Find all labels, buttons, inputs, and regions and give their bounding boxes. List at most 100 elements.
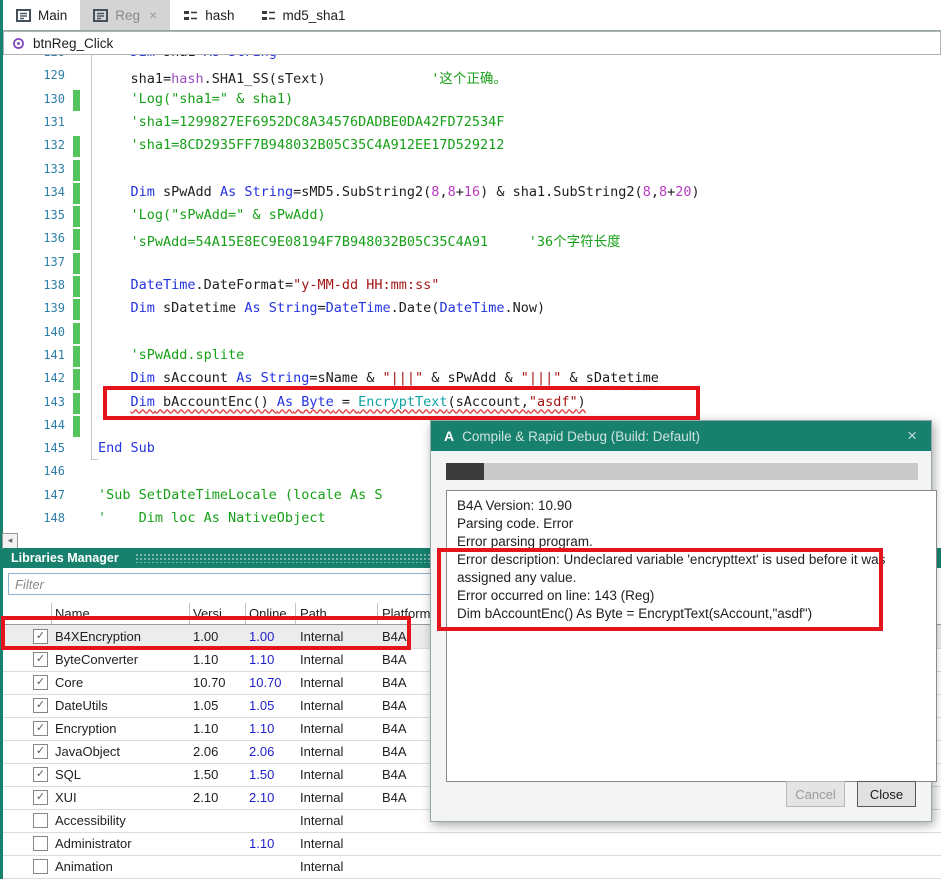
code-text: 'sha1=1299827EF6952DC8A34576DADBE0DA42FD…	[130, 113, 505, 130]
code-line-131[interactable]: 131 'sha1=1299827EF6952DC8A34576DADBE0DA…	[3, 112, 941, 135]
code-text: Dim sAccount As String=sName & "|||" & s…	[130, 370, 659, 389]
library-checkbox[interactable]: ✓	[33, 629, 48, 644]
library-checkbox[interactable]: ✓	[33, 652, 48, 667]
log-line: B4A Version: 10.90	[457, 498, 572, 513]
document-tab-bar: Main Reg × hash md5_sha1	[3, 0, 941, 31]
line-number: 144	[43, 417, 65, 432]
tab-main[interactable]: Main	[3, 0, 80, 30]
member-icon	[12, 37, 25, 50]
code-line-143[interactable]: 143 Dim bAccountEnc() As Byte = EncryptT…	[3, 392, 941, 415]
change-bar	[73, 345, 80, 367]
code-line-134[interactable]: 134 Dim sPwAdd As String=sMD5.SubString2…	[3, 182, 941, 205]
cell-platforms: B4A	[382, 629, 407, 644]
cell-path: Internal	[300, 813, 344, 828]
library-checkbox[interactable]	[33, 813, 48, 828]
compile-progress-fill	[446, 463, 484, 480]
library-row-administrator[interactable]: Administrator 1.10 Internal	[3, 832, 941, 856]
tab-label: Main	[38, 7, 68, 23]
column-header-name[interactable]: Name	[55, 606, 90, 621]
line-number: 143	[43, 394, 65, 409]
cell-platforms: B4A	[382, 675, 407, 690]
cell-platforms: B4A	[382, 744, 407, 759]
library-checkbox[interactable]: ✓	[33, 790, 48, 805]
line-number: 133	[43, 161, 65, 176]
line-number: 142	[43, 371, 65, 386]
compile-dialog-title: Compile & Rapid Debug (Build: Default)	[462, 428, 700, 444]
cell-path: Internal	[300, 859, 344, 874]
code-line-132[interactable]: 132 'sha1=8CD2935FF7B948032B05C35C4A912E…	[3, 135, 941, 158]
cell-platforms: B4A	[382, 721, 407, 736]
cell-name: SQL	[55, 767, 82, 782]
code-line-128[interactable]: 128 Dim sha1 As String	[3, 55, 941, 65]
cell-platforms: B4A	[382, 652, 407, 667]
code-line-138[interactable]: 138 DateTime.DateFormat="y-MM-dd HH:mm:s…	[3, 275, 941, 298]
cell-path: Internal	[300, 790, 344, 805]
hscroll-left-arrow[interactable]: ◂	[2, 533, 18, 549]
cell-version: 10.70	[193, 675, 226, 690]
cell-online[interactable]: 1.10	[249, 652, 274, 667]
close-button[interactable]: Close	[857, 781, 916, 807]
code-line-142[interactable]: 142 Dim sAccount As String=sName & "|||"…	[3, 368, 941, 391]
column-header-platforms[interactable]: Platforms	[382, 606, 437, 621]
code-line-139[interactable]: 139 Dim sDatetime As String=DateTime.Dat…	[3, 298, 941, 321]
library-checkbox[interactable]: ✓	[33, 721, 48, 736]
form-icon	[93, 8, 109, 22]
code-line-136[interactable]: 136 'sPwAdd=54A15E8EC9E08194F7B948032B05…	[3, 228, 941, 251]
cell-online[interactable]: 2.10	[249, 790, 274, 805]
cell-online[interactable]: 10.70	[249, 675, 282, 690]
library-checkbox[interactable]: ✓	[33, 698, 48, 713]
log-line: Dim bAccountEnc() As Byte = EncryptText(…	[457, 606, 813, 621]
code-line-141[interactable]: 141 'sPwAdd.splite	[3, 345, 941, 368]
line-number: 140	[43, 324, 65, 339]
library-checkbox[interactable]	[33, 859, 48, 874]
library-checkbox[interactable]: ✓	[33, 744, 48, 759]
code-line-137[interactable]: 137	[3, 252, 941, 275]
current-member-dropdown[interactable]: btnReg_Click	[3, 31, 941, 55]
tab-label: md5_sha1	[282, 7, 346, 23]
cell-online[interactable]: 2.06	[249, 744, 274, 759]
close-tab-icon[interactable]: ×	[149, 7, 157, 23]
cell-path: Internal	[300, 629, 344, 644]
column-separator	[377, 603, 378, 624]
library-checkbox[interactable]: ✓	[33, 675, 48, 690]
cell-name: Administrator	[55, 836, 132, 851]
column-header-versi[interactable]: Versi	[193, 606, 222, 621]
line-number: 137	[43, 254, 65, 269]
line-number: 136	[43, 231, 65, 246]
cell-platforms: B4A	[382, 698, 407, 713]
cell-version: 1.05	[193, 698, 219, 713]
library-checkbox[interactable]	[33, 836, 48, 851]
line-number: 139	[43, 301, 65, 316]
change-bar	[73, 369, 80, 391]
column-header-path[interactable]: Path	[300, 606, 327, 621]
code-line-130[interactable]: 130 'Log("sha1=" & sha1)	[3, 89, 941, 112]
column-separator	[295, 603, 296, 624]
close-icon[interactable]: ×	[893, 426, 931, 446]
change-bar	[73, 206, 80, 228]
tab-hash[interactable]: hash	[170, 0, 247, 30]
cancel-button[interactable]: Cancel	[786, 781, 845, 807]
code-line-140[interactable]: 140	[3, 322, 941, 345]
module-icon	[261, 9, 276, 22]
cell-version: 1.10	[193, 721, 219, 736]
cell-online[interactable]: 1.00	[249, 629, 274, 644]
line-number: 138	[43, 278, 65, 292]
code-line-133[interactable]: 133	[3, 159, 941, 182]
column-header-online[interactable]: Online	[249, 606, 287, 621]
library-row-animation[interactable]: Animation Internal	[3, 855, 941, 879]
tab-md5_sha1[interactable]: md5_sha1	[248, 0, 359, 30]
code-line-129[interactable]: 129 sha1=hash.SHA1_SS(sText) '这个正确。	[3, 65, 941, 88]
column-separator	[189, 603, 190, 624]
cell-online[interactable]: 1.50	[249, 767, 274, 782]
tab-reg[interactable]: Reg ×	[80, 0, 171, 30]
cell-online[interactable]: 1.05	[249, 698, 274, 713]
library-checkbox[interactable]: ✓	[33, 767, 48, 782]
code-line-135[interactable]: 135 'Log("sPwAdd=" & sPwAdd)	[3, 205, 941, 228]
cell-online[interactable]: 1.10	[249, 721, 274, 736]
cell-online[interactable]: 1.10	[249, 836, 274, 851]
cell-platforms: B4A	[382, 790, 407, 805]
cell-version: 1.50	[193, 767, 219, 782]
line-number: 134	[43, 184, 65, 199]
compile-log-box: B4A Version: 10.90 Parsing code. Error Err…	[446, 490, 937, 782]
change-bar	[73, 276, 80, 297]
